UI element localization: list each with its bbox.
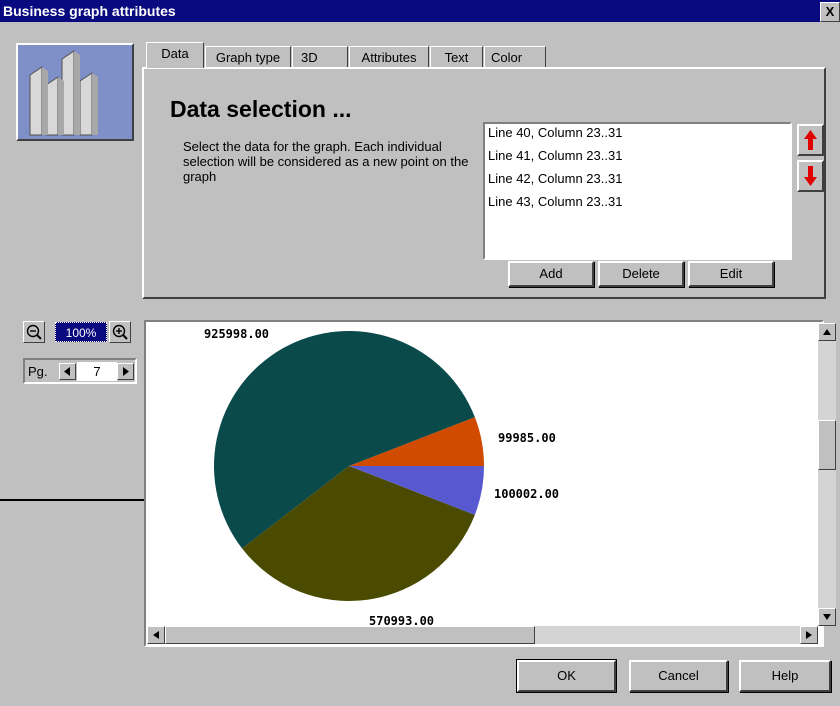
zoom-level[interactable]: 100% <box>55 322 107 342</box>
data-description: Select the data for the graph. Each indi… <box>183 139 469 184</box>
tab-label: Data <box>161 46 189 61</box>
triangle-left-icon <box>153 631 159 639</box>
title-bar: Business graph attributes X <box>0 0 840 22</box>
edit-button[interactable]: Edit <box>688 261 774 287</box>
tab-3d[interactable]: 3D <box>292 46 348 69</box>
zoom-in-button[interactable] <box>109 321 131 343</box>
data-heading: Data selection ... <box>170 96 352 122</box>
window-title: Business graph attributes <box>3 3 176 19</box>
triangle-right-icon <box>123 367 129 376</box>
horizontal-scroll-thumb[interactable] <box>165 626 535 644</box>
page-number[interactable]: 7 <box>77 362 117 381</box>
page-next-button[interactable] <box>117 363 134 380</box>
horizontal-scrollbar[interactable] <box>147 626 818 644</box>
page-prev-button[interactable] <box>59 363 76 380</box>
triangle-right-icon <box>806 631 812 639</box>
tab-data[interactable]: Data <box>146 42 204 68</box>
slice-label: 100002.00 <box>494 487 560 501</box>
tab-attributes[interactable]: Attributes <box>349 46 429 69</box>
page-label: Pg. <box>28 364 48 379</box>
page-control: Pg. 7 <box>23 358 137 384</box>
tab-label: Attributes <box>361 50 417 65</box>
zoom-out-icon <box>26 324 42 340</box>
triangle-down-icon <box>823 614 831 620</box>
graph-icon <box>16 43 134 141</box>
tab-color[interactable]: Color <box>484 46 546 69</box>
arrow-up-icon <box>804 130 817 150</box>
list-item[interactable]: Line 41, Column 23..31 <box>488 148 622 163</box>
tab-label: Text <box>444 50 469 65</box>
list-item[interactable]: Line 40, Column 23..31 <box>488 125 622 140</box>
vertical-scrollbar[interactable] <box>818 323 836 626</box>
add-button[interactable]: Add <box>508 261 594 287</box>
triangle-left-icon <box>64 367 70 376</box>
list-item[interactable]: Line 42, Column 23..31 <box>488 171 622 186</box>
delete-button[interactable]: Delete <box>598 261 684 287</box>
arrow-down-icon <box>804 166 817 186</box>
vertical-scroll-thumb[interactable] <box>818 420 836 470</box>
preview-area: 925998.00 99985.00 100002.00 570993.00 <box>144 320 824 647</box>
list-item[interactable]: Line 43, Column 23..31 <box>488 194 622 209</box>
tab-label: Graph type <box>215 50 281 65</box>
help-button[interactable]: Help <box>739 660 831 692</box>
move-up-button[interactable] <box>797 124 824 156</box>
scroll-left-button[interactable] <box>147 626 165 644</box>
zoom-out-button[interactable] <box>23 321 45 343</box>
selection-list[interactable]: Line 40, Column 23..31 Line 41, Column 2… <box>483 122 792 260</box>
scroll-right-button[interactable] <box>800 626 818 644</box>
slice-label: 925998.00 <box>204 327 270 341</box>
cancel-button[interactable]: Cancel <box>629 660 728 692</box>
tab-graph-type[interactable]: Graph type <box>205 46 291 69</box>
ok-button[interactable]: OK <box>516 659 617 693</box>
zoom-in-icon <box>112 324 128 340</box>
tab-text[interactable]: Text <box>430 46 483 69</box>
pie-chart <box>214 331 484 601</box>
tab-label: 3D <box>301 50 318 65</box>
triangle-up-icon <box>823 329 831 335</box>
scroll-up-button[interactable] <box>818 323 836 341</box>
close-button[interactable]: X <box>820 2 840 22</box>
slice-label: 99985.00 <box>498 431 556 445</box>
scroll-down-button[interactable] <box>818 608 836 626</box>
move-down-button[interactable] <box>797 160 824 192</box>
tab-label: Color <box>491 50 523 65</box>
